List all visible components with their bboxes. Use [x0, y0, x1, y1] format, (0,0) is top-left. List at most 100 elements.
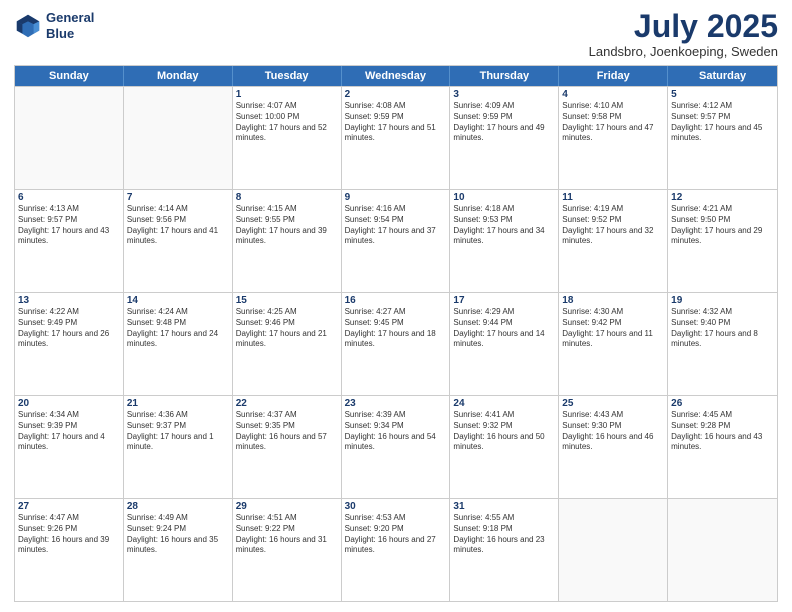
calendar-cell: 24Sunrise: 4:41 AM Sunset: 9:32 PM Dayli…: [450, 396, 559, 498]
calendar-cell: 20Sunrise: 4:34 AM Sunset: 9:39 PM Dayli…: [15, 396, 124, 498]
calendar-cell: 25Sunrise: 4:43 AM Sunset: 9:30 PM Dayli…: [559, 396, 668, 498]
cell-details: Sunrise: 4:15 AM Sunset: 9:55 PM Dayligh…: [236, 204, 338, 247]
calendar-cell: [668, 499, 777, 601]
day-number: 12: [671, 192, 774, 203]
page: General Blue July 2025 Landsbro, Joenkoe…: [0, 0, 792, 612]
calendar-cell: 9Sunrise: 4:16 AM Sunset: 9:54 PM Daylig…: [342, 190, 451, 292]
cell-details: Sunrise: 4:49 AM Sunset: 9:24 PM Dayligh…: [127, 513, 229, 556]
day-number: 9: [345, 192, 447, 203]
title-block: July 2025 Landsbro, Joenkoeping, Sweden: [589, 10, 778, 59]
day-number: 29: [236, 501, 338, 512]
cell-details: Sunrise: 4:10 AM Sunset: 9:58 PM Dayligh…: [562, 101, 664, 144]
day-number: 16: [345, 295, 447, 306]
cell-details: Sunrise: 4:07 AM Sunset: 10:00 PM Daylig…: [236, 101, 338, 144]
cell-details: Sunrise: 4:47 AM Sunset: 9:26 PM Dayligh…: [18, 513, 120, 556]
day-number: 4: [562, 89, 664, 100]
calendar-cell: 8Sunrise: 4:15 AM Sunset: 9:55 PM Daylig…: [233, 190, 342, 292]
header-day-saturday: Saturday: [668, 66, 777, 86]
day-number: 1: [236, 89, 338, 100]
cell-details: Sunrise: 4:36 AM Sunset: 9:37 PM Dayligh…: [127, 410, 229, 453]
logo-icon: [14, 12, 42, 40]
calendar-cell: 13Sunrise: 4:22 AM Sunset: 9:49 PM Dayli…: [15, 293, 124, 395]
day-number: 27: [18, 501, 120, 512]
calendar-header: SundayMondayTuesdayWednesdayThursdayFrid…: [15, 66, 777, 86]
day-number: 2: [345, 89, 447, 100]
calendar-cell: 21Sunrise: 4:36 AM Sunset: 9:37 PM Dayli…: [124, 396, 233, 498]
calendar-row-2: 13Sunrise: 4:22 AM Sunset: 9:49 PM Dayli…: [15, 292, 777, 395]
day-number: 17: [453, 295, 555, 306]
cell-details: Sunrise: 4:51 AM Sunset: 9:22 PM Dayligh…: [236, 513, 338, 556]
calendar-cell: 5Sunrise: 4:12 AM Sunset: 9:57 PM Daylig…: [668, 87, 777, 189]
header-day-sunday: Sunday: [15, 66, 124, 86]
day-number: 30: [345, 501, 447, 512]
calendar-cell: 26Sunrise: 4:45 AM Sunset: 9:28 PM Dayli…: [668, 396, 777, 498]
day-number: 24: [453, 398, 555, 409]
calendar-cell: 30Sunrise: 4:53 AM Sunset: 9:20 PM Dayli…: [342, 499, 451, 601]
day-number: 3: [453, 89, 555, 100]
day-number: 22: [236, 398, 338, 409]
cell-details: Sunrise: 4:09 AM Sunset: 9:59 PM Dayligh…: [453, 101, 555, 144]
cell-details: Sunrise: 4:13 AM Sunset: 9:57 PM Dayligh…: [18, 204, 120, 247]
cell-details: Sunrise: 4:16 AM Sunset: 9:54 PM Dayligh…: [345, 204, 447, 247]
header-day-wednesday: Wednesday: [342, 66, 451, 86]
header: General Blue July 2025 Landsbro, Joenkoe…: [14, 10, 778, 59]
cell-details: Sunrise: 4:30 AM Sunset: 9:42 PM Dayligh…: [562, 307, 664, 350]
day-number: 21: [127, 398, 229, 409]
cell-details: Sunrise: 4:41 AM Sunset: 9:32 PM Dayligh…: [453, 410, 555, 453]
cell-details: Sunrise: 4:43 AM Sunset: 9:30 PM Dayligh…: [562, 410, 664, 453]
cell-details: Sunrise: 4:55 AM Sunset: 9:18 PM Dayligh…: [453, 513, 555, 556]
calendar-cell: 10Sunrise: 4:18 AM Sunset: 9:53 PM Dayli…: [450, 190, 559, 292]
header-day-thursday: Thursday: [450, 66, 559, 86]
calendar: SundayMondayTuesdayWednesdayThursdayFrid…: [14, 65, 778, 602]
calendar-cell: 15Sunrise: 4:25 AM Sunset: 9:46 PM Dayli…: [233, 293, 342, 395]
cell-details: Sunrise: 4:08 AM Sunset: 9:59 PM Dayligh…: [345, 101, 447, 144]
calendar-row-1: 6Sunrise: 4:13 AM Sunset: 9:57 PM Daylig…: [15, 189, 777, 292]
cell-details: Sunrise: 4:45 AM Sunset: 9:28 PM Dayligh…: [671, 410, 774, 453]
calendar-cell: 14Sunrise: 4:24 AM Sunset: 9:48 PM Dayli…: [124, 293, 233, 395]
cell-details: Sunrise: 4:22 AM Sunset: 9:49 PM Dayligh…: [18, 307, 120, 350]
cell-details: Sunrise: 4:19 AM Sunset: 9:52 PM Dayligh…: [562, 204, 664, 247]
day-number: 18: [562, 295, 664, 306]
day-number: 7: [127, 192, 229, 203]
cell-details: Sunrise: 4:27 AM Sunset: 9:45 PM Dayligh…: [345, 307, 447, 350]
calendar-cell: [15, 87, 124, 189]
day-number: 6: [18, 192, 120, 203]
day-number: 19: [671, 295, 774, 306]
calendar-cell: 6Sunrise: 4:13 AM Sunset: 9:57 PM Daylig…: [15, 190, 124, 292]
calendar-cell: 3Sunrise: 4:09 AM Sunset: 9:59 PM Daylig…: [450, 87, 559, 189]
header-day-tuesday: Tuesday: [233, 66, 342, 86]
calendar-cell: 31Sunrise: 4:55 AM Sunset: 9:18 PM Dayli…: [450, 499, 559, 601]
day-number: 31: [453, 501, 555, 512]
day-number: 13: [18, 295, 120, 306]
calendar-cell: 27Sunrise: 4:47 AM Sunset: 9:26 PM Dayli…: [15, 499, 124, 601]
day-number: 15: [236, 295, 338, 306]
day-number: 25: [562, 398, 664, 409]
calendar-row-3: 20Sunrise: 4:34 AM Sunset: 9:39 PM Dayli…: [15, 395, 777, 498]
calendar-cell: 11Sunrise: 4:19 AM Sunset: 9:52 PM Dayli…: [559, 190, 668, 292]
header-day-friday: Friday: [559, 66, 668, 86]
calendar-body: 1Sunrise: 4:07 AM Sunset: 10:00 PM Dayli…: [15, 86, 777, 601]
cell-details: Sunrise: 4:12 AM Sunset: 9:57 PM Dayligh…: [671, 101, 774, 144]
calendar-cell: 12Sunrise: 4:21 AM Sunset: 9:50 PM Dayli…: [668, 190, 777, 292]
day-number: 8: [236, 192, 338, 203]
cell-details: Sunrise: 4:21 AM Sunset: 9:50 PM Dayligh…: [671, 204, 774, 247]
calendar-cell: 17Sunrise: 4:29 AM Sunset: 9:44 PM Dayli…: [450, 293, 559, 395]
logo-text: General Blue: [46, 10, 94, 41]
cell-details: Sunrise: 4:29 AM Sunset: 9:44 PM Dayligh…: [453, 307, 555, 350]
calendar-cell: [124, 87, 233, 189]
day-number: 11: [562, 192, 664, 203]
month-title: July 2025: [589, 10, 778, 42]
calendar-cell: 29Sunrise: 4:51 AM Sunset: 9:22 PM Dayli…: [233, 499, 342, 601]
calendar-cell: [559, 499, 668, 601]
day-number: 28: [127, 501, 229, 512]
header-day-monday: Monday: [124, 66, 233, 86]
day-number: 20: [18, 398, 120, 409]
calendar-cell: 19Sunrise: 4:32 AM Sunset: 9:40 PM Dayli…: [668, 293, 777, 395]
calendar-row-0: 1Sunrise: 4:07 AM Sunset: 10:00 PM Dayli…: [15, 86, 777, 189]
day-number: 23: [345, 398, 447, 409]
cell-details: Sunrise: 4:14 AM Sunset: 9:56 PM Dayligh…: [127, 204, 229, 247]
cell-details: Sunrise: 4:32 AM Sunset: 9:40 PM Dayligh…: [671, 307, 774, 350]
cell-details: Sunrise: 4:18 AM Sunset: 9:53 PM Dayligh…: [453, 204, 555, 247]
location-subtitle: Landsbro, Joenkoeping, Sweden: [589, 44, 778, 59]
calendar-row-4: 27Sunrise: 4:47 AM Sunset: 9:26 PM Dayli…: [15, 498, 777, 601]
